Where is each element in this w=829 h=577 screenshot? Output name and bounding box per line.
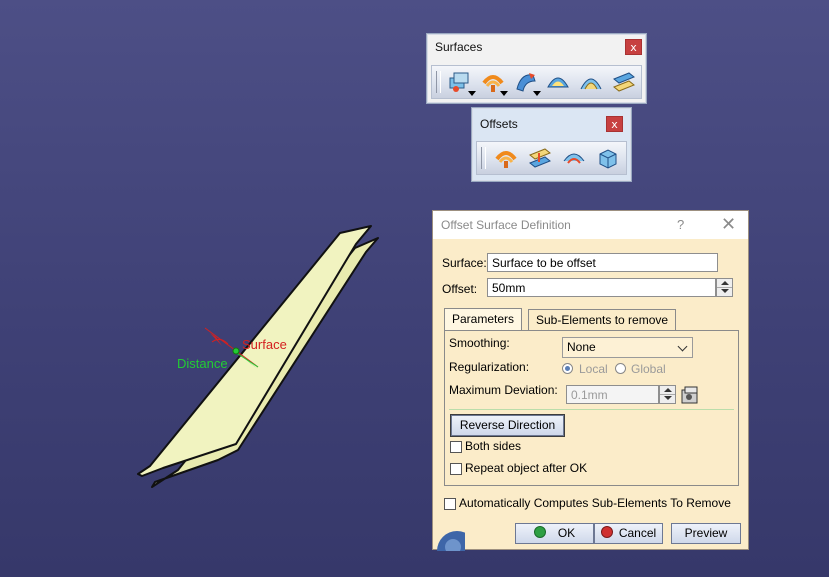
- dialog-titlebar[interactable]: Offset Surface Definition ? ✕: [433, 211, 748, 239]
- variable-offset-button[interactable]: [524, 144, 556, 172]
- surfaces-toolbar-close-button[interactable]: x: [625, 39, 642, 55]
- smoothing-select[interactable]: None: [562, 337, 693, 358]
- extrude-button[interactable]: [445, 68, 476, 96]
- sensor-icon[interactable]: [679, 384, 701, 406]
- global-label: Global: [631, 362, 666, 376]
- offset-field[interactable]: 50mm: [487, 278, 716, 297]
- reverse-direction-button[interactable]: Reverse Direction: [451, 415, 564, 436]
- surfaces-toolbar-body: [431, 65, 642, 99]
- ok-label: OK: [557, 526, 576, 540]
- smoothing-value: None: [567, 340, 596, 354]
- max-deviation-field[interactable]: 0.1mm: [566, 385, 659, 404]
- blend-button[interactable]: [608, 68, 639, 96]
- cancel-label: Cancel: [618, 526, 657, 540]
- regularization-label: Regularization:: [449, 360, 530, 374]
- local-radio[interactable]: [562, 363, 573, 374]
- spin-up-icon[interactable]: [717, 279, 732, 287]
- rough-solid-button[interactable]: [592, 144, 624, 172]
- cancel-dot-icon: [600, 526, 613, 538]
- sweep-button[interactable]: [510, 68, 541, 96]
- dialog-close-button[interactable]: ✕: [721, 214, 736, 235]
- toolbar-grip[interactable]: [481, 147, 486, 169]
- spin-down-icon[interactable]: [717, 287, 732, 296]
- surfaces-toolbar-title: Surfaces: [435, 40, 483, 54]
- offset-surface-dialog[interactable]: Offset Surface Definition ? ✕ Surface: S…: [432, 210, 749, 551]
- auto-compute-label: Automatically Computes Sub-Elements To R…: [459, 496, 731, 510]
- ok-dot-icon: [533, 526, 546, 538]
- preview-button[interactable]: Preview: [671, 523, 741, 544]
- tab-parameters[interactable]: Parameters: [444, 308, 523, 331]
- surface-label: Surface: [242, 337, 287, 352]
- tab-sub-elements[interactable]: Sub-Elements to remove: [528, 309, 677, 330]
- blend-icon: [612, 72, 635, 92]
- rough-solid-icon: [599, 149, 617, 169]
- offset-surface-button[interactable]: [490, 144, 522, 172]
- fill-button[interactable]: [543, 68, 574, 96]
- max-deviation-label: Maximum Deviation:: [449, 383, 558, 397]
- offsets-toolbar-close-button[interactable]: x: [606, 116, 623, 132]
- dialog-title: Offset Surface Definition: [441, 218, 571, 232]
- chevron-down-icon: [677, 341, 688, 352]
- reverse-direction-outline: Reverse Direction: [450, 414, 565, 437]
- surface-label: Surface:: [442, 256, 487, 270]
- offset-spinner[interactable]: [716, 278, 733, 297]
- offsets-toolbar[interactable]: Offsets x: [471, 107, 632, 182]
- offset-label: Offset:: [442, 282, 478, 296]
- offset-button[interactable]: [478, 68, 509, 96]
- parameters-panel: Smoothing: None Regularization: Local Gl…: [444, 330, 739, 486]
- offsets-toolbar-body: [476, 141, 627, 175]
- rough-offset-button[interactable]: [558, 144, 590, 172]
- fill-icon: [547, 77, 570, 88]
- surface-field[interactable]: Surface to be offset: [487, 253, 718, 272]
- surfaces-toolbar[interactable]: Surfaces x: [426, 33, 647, 104]
- auto-compute-checkbox[interactable]: [444, 498, 456, 510]
- spin-down-icon[interactable]: [660, 394, 675, 403]
- smoothing-label: Smoothing:: [449, 336, 510, 350]
- repeat-label: Repeat object after OK: [465, 461, 588, 475]
- local-label: Local: [579, 362, 608, 376]
- multi-section-icon: [580, 78, 602, 90]
- rough-offset-icon: [563, 153, 585, 164]
- toolbar-grip[interactable]: [436, 71, 441, 93]
- ok-button[interactable]: OK: [515, 523, 594, 544]
- spin-up-icon[interactable]: [660, 386, 675, 394]
- both-sides-label: Both sides: [465, 439, 522, 453]
- offset-icon: [495, 151, 517, 168]
- global-radio[interactable]: [615, 363, 626, 374]
- distance-label: Distance: [177, 356, 228, 371]
- variable-offset-icon: [529, 148, 551, 168]
- max-deviation-spinner[interactable]: [659, 385, 676, 404]
- cancel-button[interactable]: Cancel: [594, 523, 663, 544]
- repeat-checkbox[interactable]: [450, 463, 462, 475]
- multi-section-button[interactable]: [576, 68, 607, 96]
- help-button[interactable]: ?: [677, 217, 684, 232]
- both-sides-checkbox[interactable]: [450, 441, 462, 453]
- globe-logo: [433, 521, 465, 551]
